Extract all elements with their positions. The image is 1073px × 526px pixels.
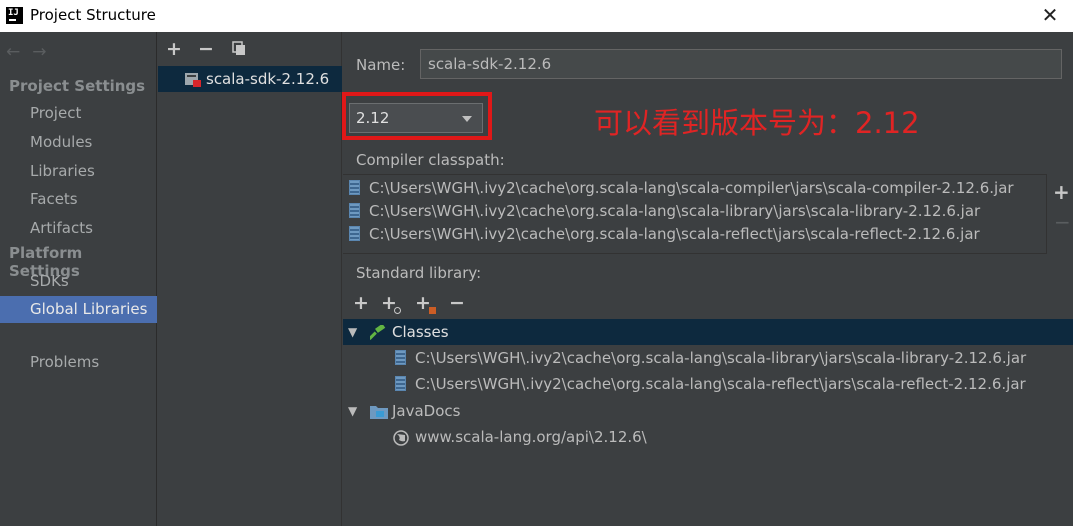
jar-icon [395, 350, 406, 365]
back-arrow-icon[interactable]: ← [6, 42, 32, 62]
jar-icon [349, 203, 360, 218]
nav-item-project[interactable]: Project [0, 100, 157, 127]
nav-item-artifacts[interactable]: Artifacts [0, 215, 157, 242]
nav-item-problems[interactable]: Problems [0, 349, 157, 376]
scala-version-value: 2.12 [356, 109, 390, 127]
classpath-path: C:\Users\WGH\.ivy2\cache\org.scala-lang\… [369, 202, 981, 220]
remove-icon[interactable]: − [449, 292, 465, 314]
tree-node-class-root[interactable]: C:\Users\WGH\.ivy2\cache\org.scala-lang\… [343, 345, 1073, 371]
jar-icon [349, 226, 360, 241]
nav-item-modules[interactable]: Modules [0, 129, 157, 156]
window-title: Project Structure [30, 6, 156, 24]
copy-icon[interactable] [232, 41, 247, 56]
library-list-panel: + − scala-sdk-2.12.6 [158, 32, 342, 526]
classpath-side-toolbar: + − [1048, 174, 1073, 254]
list-item[interactable]: C:\Users\WGH\.ivy2\cache\org.scala-lang\… [349, 223, 980, 245]
library-toolbar: + − [166, 38, 230, 60]
scala-version-dropdown[interactable]: 2.12 [349, 103, 483, 133]
class-root-path: C:\Users\WGH\.ivy2\cache\org.scala-lang\… [415, 349, 1027, 367]
project-settings-header: Project Settings [9, 77, 146, 95]
classes-label: Classes [392, 323, 449, 341]
nav-item-global-libraries[interactable]: Global Libraries [0, 296, 157, 323]
jar-icon [349, 180, 360, 195]
remove-library-icon[interactable]: − [198, 38, 230, 60]
compiler-classpath-list[interactable]: C:\Users\WGH\.ivy2\cache\org.scala-lang\… [343, 174, 1047, 254]
expand-triangle-icon[interactable]: ▼ [348, 319, 357, 345]
list-item[interactable]: C:\Users\WGH\.ivy2\cache\org.scala-lang\… [349, 177, 1014, 199]
intellij-app-icon: IJ [6, 7, 23, 24]
library-icon [185, 73, 201, 87]
tree-node-javadocs[interactable]: ▼ JavaDocs [343, 398, 1073, 424]
globe-icon [393, 430, 409, 446]
javadocs-label: JavaDocs [392, 402, 461, 420]
library-item-label: scala-sdk-2.12.6 [206, 70, 330, 88]
list-item[interactable]: C:\Users\WGH\.ivy2\cache\org.scala-lang\… [349, 200, 980, 222]
globe-small-icon [394, 307, 401, 314]
library-details: Name: scala-sdk-2.12.6 2.12 可以看到版本号为：2.1… [342, 32, 1073, 526]
library-item-scala-sdk[interactable]: scala-sdk-2.12.6 [158, 66, 342, 92]
title-bar: IJ Project Structure ✕ [0, 0, 1073, 32]
close-icon[interactable]: ✕ [1037, 2, 1063, 28]
classpath-path: C:\Users\WGH\.ivy2\cache\org.scala-lang\… [369, 179, 1014, 197]
standard-library-label: Standard library: [356, 264, 482, 282]
expand-triangle-icon[interactable]: ▼ [348, 398, 357, 424]
add-icon[interactable]: + [353, 292, 369, 314]
chevron-down-icon [462, 116, 472, 122]
nav-item-sdks[interactable]: SDKs [0, 268, 157, 295]
hammer-icon [370, 325, 386, 340]
nav-item-libraries[interactable]: Libraries [0, 158, 157, 185]
forward-arrow-icon[interactable]: → [32, 42, 58, 62]
tree-node-javadoc-url[interactable]: www.scala-lang.org/api\2.12.6\ [343, 424, 1073, 450]
class-root-path: C:\Users\WGH\.ivy2\cache\org.scala-lang\… [415, 375, 1026, 393]
tree-node-class-root[interactable]: C:\Users\WGH\.ivy2\cache\org.scala-lang\… [343, 371, 1073, 397]
add-library-icon[interactable]: + [166, 38, 198, 60]
compiler-classpath-label: Compiler classpath: [356, 151, 505, 169]
version-annotation: 可以看到版本号为：2.12 [594, 106, 920, 140]
name-label: Name: [356, 56, 406, 74]
folder-icon [370, 406, 388, 419]
add-classpath-icon[interactable]: + [1053, 180, 1070, 204]
nav-item-facets[interactable]: Facets [0, 186, 157, 213]
nav-arrows: ←→ [6, 42, 59, 62]
settings-nav: ←→ Project Settings Project Modules Libr… [0, 32, 157, 526]
jar-icon [395, 376, 406, 391]
remove-classpath-icon[interactable]: − [1054, 210, 1071, 234]
orange-square-icon [429, 307, 436, 314]
name-field[interactable]: scala-sdk-2.12.6 [420, 49, 1062, 79]
javadoc-url: www.scala-lang.org/api\2.12.6\ [415, 428, 647, 446]
tree-node-classes[interactable]: ▼ Classes [343, 319, 1073, 345]
classpath-path: C:\Users\WGH\.ivy2\cache\org.scala-lang\… [369, 225, 980, 243]
